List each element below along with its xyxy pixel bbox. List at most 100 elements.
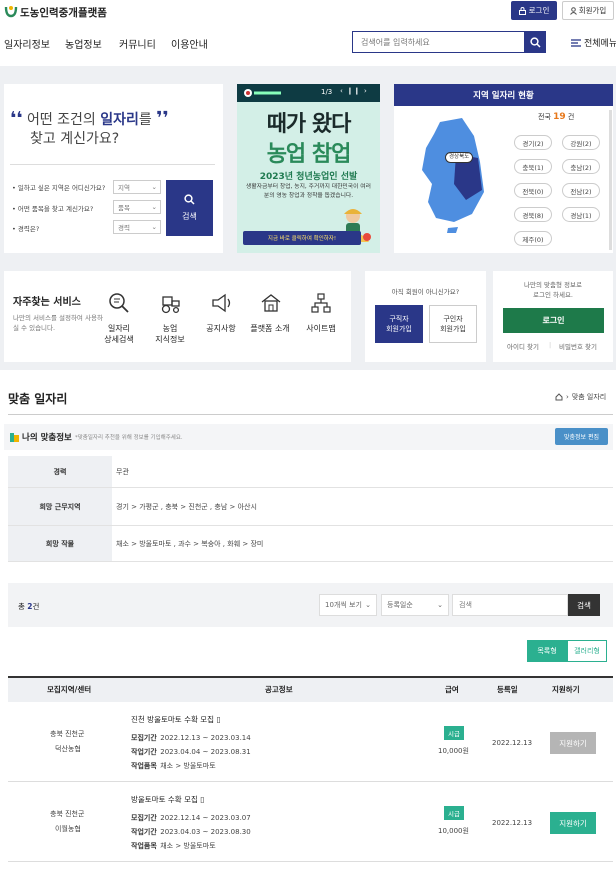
col-info: 공고정보: [265, 685, 293, 694]
region-gyeongbuk[interactable]: 경북(8): [514, 207, 552, 222]
join-label: 회원가입: [578, 6, 607, 15]
col-date: 등록일: [497, 685, 518, 694]
region-gangwon[interactable]: 강원(2): [562, 135, 600, 150]
pause-icon[interactable]: ❙❙: [347, 87, 361, 95]
row-work-item: 작업품목 채소 > 방울토마토: [131, 842, 216, 850]
breadcrumb: › 맞춤 일자리: [555, 392, 606, 402]
all-menu-button[interactable]: 전체메뉴: [571, 36, 616, 49]
banner-cta-label: 지금 바로 클릭하여 확인하자!: [267, 236, 337, 242]
all-menu-label: 전체메뉴: [584, 39, 616, 49]
logo-icon[interactable]: [4, 4, 18, 18]
folder-icon: [10, 432, 19, 442]
quick-search-title: ❛❛ 어떤 조건의 일자리를 ❜❜: [10, 108, 169, 129]
edit-preferences-button[interactable]: 맞춤정보 편집: [555, 428, 608, 445]
apply-button[interactable]: 지원하기: [550, 812, 596, 834]
row-date: 2022.12.13: [492, 819, 533, 827]
service-platform-intro[interactable]: 플랫폼 소개: [243, 323, 297, 334]
apply-button-disabled[interactable]: 지원하기: [550, 732, 596, 754]
view-gallery-toggle[interactable]: 갤러리형: [567, 640, 607, 662]
col-region: 모집지역/센터: [47, 685, 92, 694]
sort-select[interactable]: 등록일순 ⌄: [381, 594, 449, 616]
services-title: 자주찾는 서비스: [13, 297, 81, 308]
find-password-link[interactable]: 비밀번호 찾기: [559, 341, 597, 351]
site-name[interactable]: 도농인력중개플랫폼: [20, 5, 107, 20]
pref-label: 희망 근무지역: [8, 488, 112, 525]
breadcrumb-current[interactable]: 맞춤 일자리: [572, 392, 606, 402]
prev-icon[interactable]: ‹: [340, 87, 344, 95]
region-jeju[interactable]: 제주(0): [514, 231, 552, 246]
link-separator: |: [549, 341, 552, 349]
scrollbar[interactable]: [609, 110, 612, 250]
bookmark-icon[interactable]: ▯: [200, 795, 204, 804]
join-button[interactable]: 회원가입: [562, 1, 614, 20]
row-title[interactable]: 진천 방울토마토 수확 모집 ▯: [131, 714, 221, 725]
next-icon[interactable]: ›: [364, 87, 368, 95]
promo-banner[interactable]: 1/3 ‹ ❙❙ › 때가 왔다 농업 참업 2023년 청년농업인 선발 생활…: [237, 84, 380, 253]
pref-row-region: 희망 근무지역 경기 > 가평군 , 충북 > 진천군 , 충남 > 아산시: [8, 488, 613, 526]
region-chungnam[interactable]: 충남(2): [562, 159, 600, 174]
seeker-signup-button[interactable]: 구직자 회원가입: [375, 305, 423, 343]
row-work-period: 작업기간 2023.04.03 ~ 2023.08.30: [131, 828, 251, 836]
house-icon[interactable]: [260, 292, 282, 314]
login-card-button[interactable]: 로그인: [503, 308, 604, 333]
service-sitemap[interactable]: 사이트맵: [294, 323, 348, 334]
search-input[interactable]: [353, 32, 524, 52]
region-question: • 일하고 싶은 지역은 어디신가요?: [12, 184, 106, 192]
view-list-toggle[interactable]: 목록형: [527, 640, 567, 662]
service-job-search[interactable]: 일자리 상세검색: [92, 323, 146, 345]
nav-jobs[interactable]: 일자리정보: [4, 36, 50, 51]
row-wage: 10,000원: [438, 747, 469, 755]
row-center: 덕산농협: [55, 745, 81, 753]
row-date: 2022.12.13: [492, 739, 533, 747]
home-icon[interactable]: [555, 393, 563, 401]
search-magnifier-icon[interactable]: [108, 292, 130, 314]
banner-cta[interactable]: 지금 바로 클릭하여 확인하자!: [243, 231, 361, 245]
quick-search-button[interactable]: 검색: [166, 180, 213, 236]
nav-community[interactable]: 커뮤니티: [119, 36, 156, 51]
sitemap-icon[interactable]: [310, 292, 332, 314]
region-gyeongnam[interactable]: 경남(1): [562, 207, 600, 222]
bookmark-icon[interactable]: ▯: [216, 715, 220, 724]
row-work-period: 작업기간 2023.04.04 ~ 2023.08.31: [131, 748, 251, 756]
region-chungbuk[interactable]: 충북(1): [514, 159, 552, 174]
banner-controls[interactable]: ‹ ❙❙ ›: [340, 87, 368, 95]
col-apply: 지원하기: [552, 685, 580, 694]
pref-row-crops: 희망 작물 채소 > 방울토마토 , 과수 > 복숭아 , 화훼 > 장미: [8, 526, 613, 562]
megaphone-icon[interactable]: [210, 292, 232, 314]
divider: [10, 164, 215, 165]
page-size-select[interactable]: 10개씩 보기 ⌄: [319, 594, 377, 616]
career-question: • 경력은?: [12, 225, 40, 233]
table-row[interactable]: 충북 진천군 이월농협 방울토마토 수확 모집 ▯ 모집기간 2022.12.1…: [8, 782, 613, 862]
service-farm-knowledge[interactable]: 농업 지식정보: [143, 323, 197, 345]
item-select[interactable]: 품목 ⌄: [113, 200, 161, 214]
find-id-link[interactable]: 아이디 찾기: [507, 341, 539, 351]
nav-farming[interactable]: 농업정보: [65, 36, 102, 51]
row-center: 이월농협: [55, 825, 81, 833]
list-search-input[interactable]: 검색: [452, 594, 568, 616]
region-jeonbuk[interactable]: 전북(0): [514, 183, 552, 198]
search-button[interactable]: [524, 31, 546, 53]
nav-guide[interactable]: 이용안내: [171, 36, 208, 51]
tractor-icon[interactable]: [159, 292, 181, 314]
career-select[interactable]: 경력 ⌄: [113, 220, 161, 234]
region-total: 전국 19 건: [538, 112, 575, 122]
search-icon: [529, 36, 541, 48]
list-search-button[interactable]: 검색: [568, 594, 600, 616]
pref-value: 무관: [116, 467, 129, 476]
login-button[interactable]: 로그인: [511, 1, 557, 20]
region-select[interactable]: 지역 ⌄: [113, 180, 161, 194]
row-title[interactable]: 방울토마토 수확 모집 ▯: [131, 794, 204, 805]
pref-label: 경력: [8, 456, 112, 487]
region-gyeonggi[interactable]: 경기(2): [514, 135, 552, 150]
chevron-down-icon: ⌄: [151, 203, 157, 211]
table-row[interactable]: 충북 진천군 덕산농협 진천 방울토마토 수확 모집 ▯ 모집기간 2022.1…: [8, 702, 613, 782]
korea-map-icon[interactable]: [410, 114, 495, 244]
page-title: 맞춤 일자리: [8, 392, 68, 406]
ministry-logo-icon: [243, 88, 283, 98]
service-notice[interactable]: 공지사항: [194, 323, 248, 334]
employer-signup-button[interactable]: 구인자 회원가입: [429, 305, 477, 343]
chevron-down-icon: ⌄: [151, 223, 157, 231]
member-question: 아직 회원이 아니신가요?: [391, 288, 460, 296]
pref-value: 채소 > 방울토마토 , 과수 > 복숭아 , 화훼 > 장미: [116, 539, 264, 548]
region-jeonnam[interactable]: 전남(2): [562, 183, 600, 198]
